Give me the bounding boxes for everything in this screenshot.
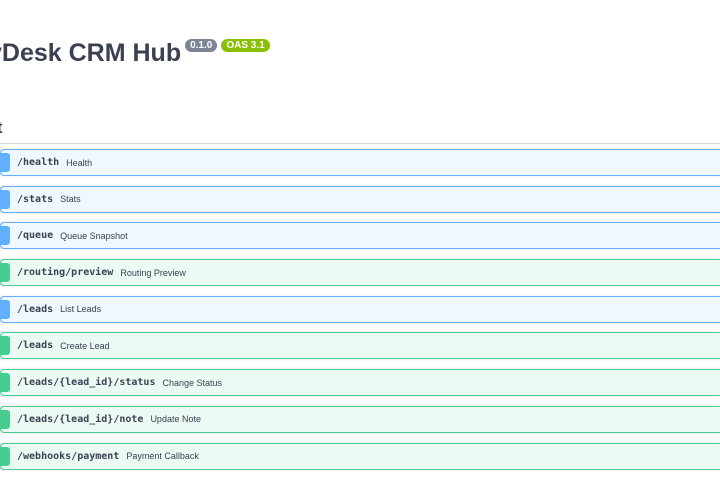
api-title: vDesk CRM Hub — [0, 39, 182, 67]
operation-summary: Change Status — [162, 377, 223, 388]
operation-summary: Queue Snapshot — [60, 230, 128, 241]
method-badge — [1, 263, 10, 283]
operation-path: /leads/{lead_id}/status — [17, 377, 156, 389]
method-badge — [1, 189, 10, 209]
operation-row[interactable]: /leads Create Lead — [0, 332, 720, 360]
operation-path: /stats — [17, 193, 54, 205]
operation-summary: Stats — [60, 194, 81, 205]
oas-badge: OAS 3.1 — [221, 39, 270, 52]
operation-row[interactable]: /stats Stats — [0, 185, 720, 213]
operation-path: /queue — [17, 230, 54, 242]
api-title-row: vDesk CRM Hub 0.1.0 OAS 3.1 — [0, 38, 270, 68]
version-badge: 0.1.0 — [185, 39, 218, 52]
tag-section-title[interactable]: lt — [0, 118, 2, 138]
operation-row[interactable]: /routing/preview Routing Preview — [0, 259, 720, 287]
operation-row[interactable]: /leads List Leads — [0, 295, 720, 323]
operation-path: /webhooks/payment — [17, 450, 120, 462]
operation-row[interactable]: /queue Queue Snapshot — [0, 222, 720, 250]
operation-path: /leads/{lead_id}/note — [17, 413, 144, 425]
operation-row[interactable]: /webhooks/payment Payment Callback — [0, 442, 720, 470]
operation-path: /health — [17, 157, 60, 168]
operation-summary: Health — [66, 157, 93, 168]
swagger-page: vDesk CRM Hub 0.1.0 OAS 3.1 lt /health H… — [0, 0, 720, 480]
operation-path: /leads — [17, 340, 54, 352]
method-badge — [1, 299, 10, 319]
operation-summary: Create Lead — [60, 340, 110, 351]
method-badge — [1, 409, 10, 429]
method-badge — [1, 336, 10, 356]
operation-summary: Update Note — [150, 414, 201, 425]
operation-path: /leads — [17, 303, 54, 315]
operation-summary: Payment Callback — [126, 451, 199, 461]
operation-row[interactable]: /leads/{lead_id}/status Change Status — [0, 369, 720, 397]
section-divider — [0, 143, 720, 144]
method-badge — [1, 373, 10, 393]
operation-path: /routing/preview — [17, 267, 114, 279]
operation-summary: Routing Preview — [120, 267, 186, 278]
method-badge — [1, 153, 10, 172]
operations-list: /health Health /stats Stats /queue Queue… — [0, 149, 720, 479]
operation-row[interactable]: /leads/{lead_id}/note Update Note — [0, 405, 720, 433]
method-badge — [1, 226, 10, 246]
method-badge — [1, 446, 10, 466]
operation-summary: List Leads — [60, 304, 102, 315]
operation-row[interactable]: /health Health — [0, 149, 720, 176]
